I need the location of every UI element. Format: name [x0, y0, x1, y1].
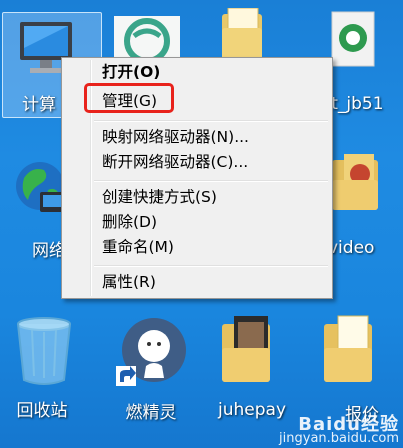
desktop-icon-juhepay[interactable]: juhepay	[210, 314, 296, 424]
folder-icon	[222, 316, 270, 382]
desktop-icon-label: juhepay	[218, 400, 286, 420]
menu-separator	[94, 180, 328, 182]
recycle-bin-icon	[17, 317, 71, 385]
desktop-icon-sprite[interactable]: 燃精灵	[110, 312, 196, 423]
menu-item-properties[interactable]: 属性(R)	[102, 271, 156, 293]
menu-item-map-network-drive[interactable]: 映射网络驱动器(N)...	[102, 126, 249, 148]
menu-item-create-shortcut[interactable]: 创建快捷方式(S)	[102, 186, 217, 208]
menu-separator	[94, 265, 328, 267]
sprite-shortcut-icon	[116, 318, 186, 386]
app-icon	[331, 11, 375, 67]
folder-icon	[324, 315, 372, 382]
baidu-watermark: Baidu经验 jingyan.baidu.com	[279, 414, 399, 446]
menu-item-open[interactable]: 打开(O)	[102, 61, 160, 83]
desktop-icon-label: 回收站	[16, 401, 68, 421]
annotation-highlight-box	[84, 83, 174, 113]
menu-item-delete[interactable]: 删除(D)	[102, 211, 157, 233]
desktop-icon-quote[interactable]: 报价	[316, 314, 402, 425]
desktop-icon-label: video	[328, 238, 375, 258]
desktop-icon-label: 燃精灵	[125, 403, 177, 423]
menu-item-rename[interactable]: 重命名(M)	[102, 236, 174, 258]
watermark-title: Baidu经验	[298, 414, 399, 435]
watermark-url: jingyan.baidu.com	[279, 431, 399, 446]
menu-separator	[94, 120, 328, 122]
desktop-icon-recycle-bin[interactable]: 回收站	[4, 310, 90, 421]
menu-item-disconnect-network-drive[interactable]: 断开网络驱动器(C)...	[102, 151, 248, 173]
folder-icon	[332, 154, 378, 210]
